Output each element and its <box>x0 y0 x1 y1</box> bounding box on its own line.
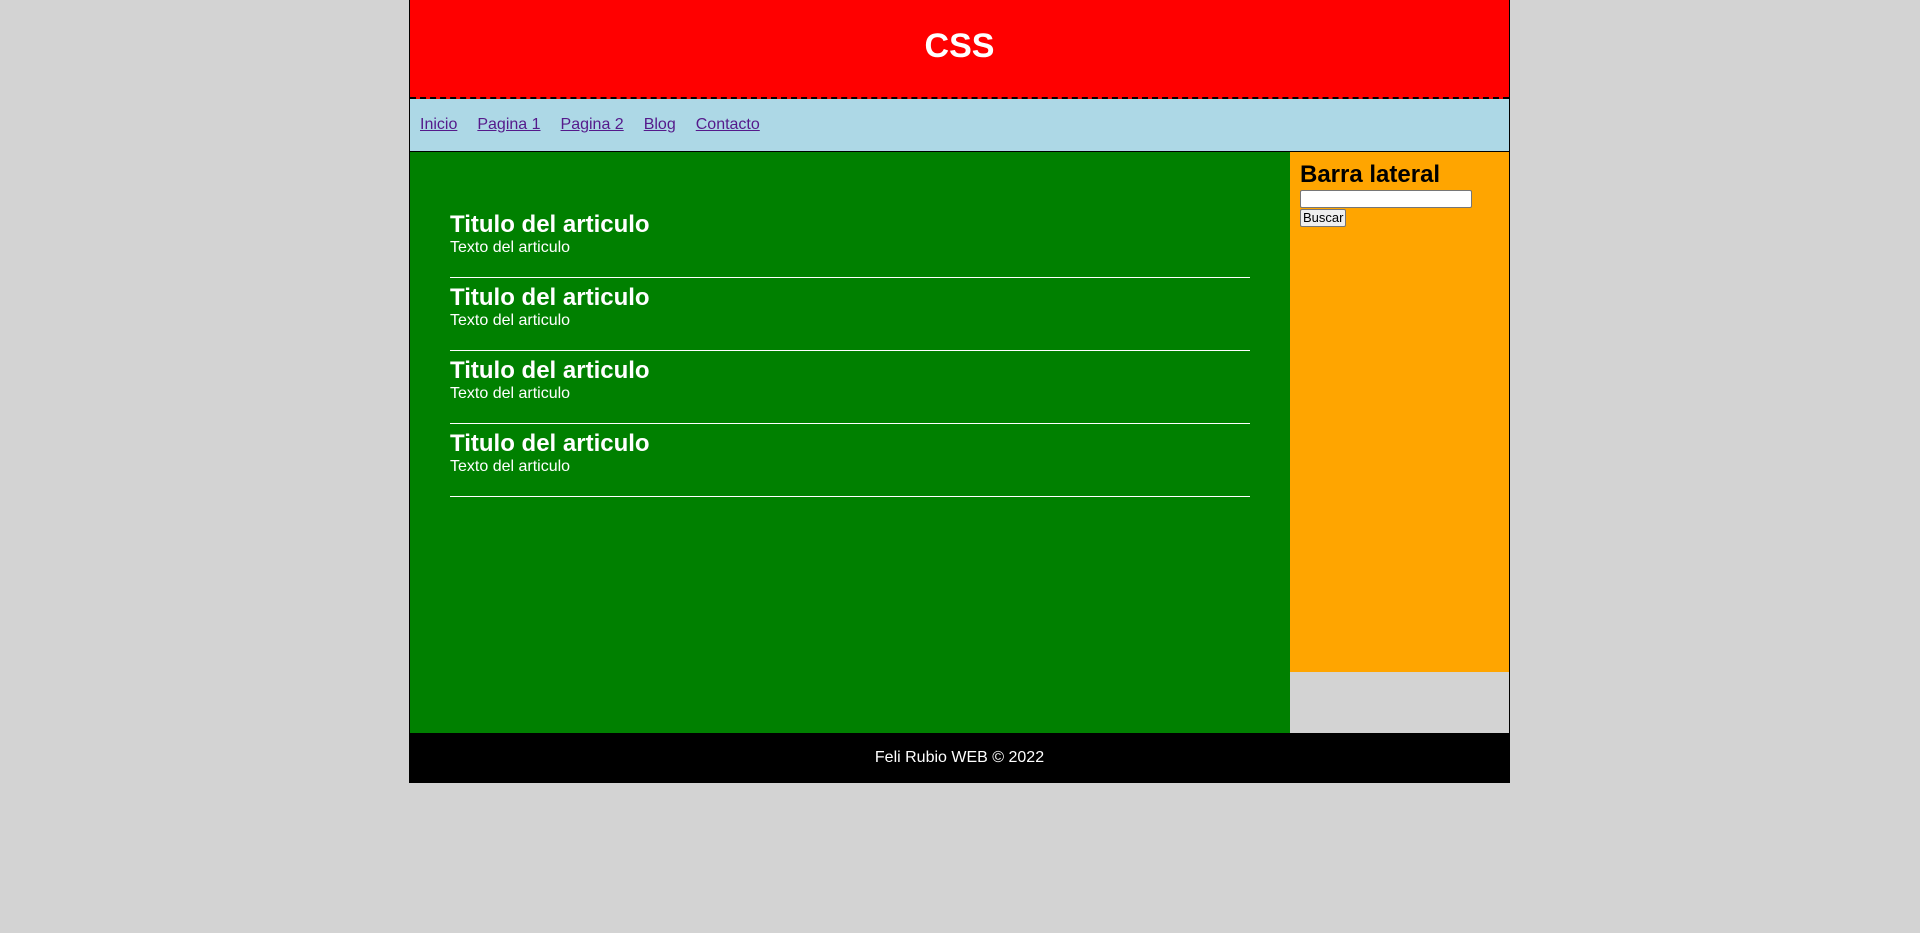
article-item: Titulo del articulo Texto del articulo <box>450 351 1250 424</box>
site-header: CSS <box>410 0 1509 99</box>
nav-link-contacto[interactable]: Contacto <box>696 116 760 134</box>
main-nav: Inicio Pagina 1 Pagina 2 Blog Contacto <box>410 99 1509 152</box>
nav-link-blog[interactable]: Blog <box>644 116 676 134</box>
sidebar-title: Barra lateral <box>1300 161 1441 188</box>
main-content: Titulo del articulo Texto del articulo T… <box>410 152 1290 733</box>
page-wrapper: CSS Inicio Pagina 1 Pagina 2 Blog Contac… <box>409 0 1510 783</box>
article-title: Titulo del articulo <box>450 430 650 457</box>
article-item: Titulo del articulo Texto del articulo <box>450 278 1250 351</box>
article-item: Titulo del articulo Texto del articulo <box>450 205 1250 278</box>
sidebar: Barra lateral Buscar <box>1290 152 1509 672</box>
article-text: Texto del articulo <box>450 385 571 402</box>
article-text: Texto del articulo <box>450 458 571 475</box>
article-title: Titulo del articulo <box>450 211 650 238</box>
article-item: Titulo del articulo Texto del articulo <box>450 424 1250 497</box>
search-button[interactable]: Buscar <box>1300 209 1347 227</box>
search-input[interactable] <box>1300 190 1472 208</box>
nav-link-inicio[interactable]: Inicio <box>420 116 457 134</box>
site-footer: Feli Rubio WEB © 2022 <box>410 733 1509 783</box>
article-title: Titulo del articulo <box>450 284 650 311</box>
article-title: Titulo del articulo <box>450 357 650 384</box>
footer-text: Feli Rubio WEB © 2022 <box>874 749 1045 766</box>
article-text: Texto del articulo <box>450 312 571 329</box>
nav-link-pagina-2[interactable]: Pagina 2 <box>561 116 624 134</box>
site-title: CSS <box>924 27 995 65</box>
article-text: Texto del articulo <box>450 239 571 256</box>
content-row: Titulo del articulo Texto del articulo T… <box>410 152 1509 733</box>
nav-link-pagina-1[interactable]: Pagina 1 <box>477 116 540 134</box>
